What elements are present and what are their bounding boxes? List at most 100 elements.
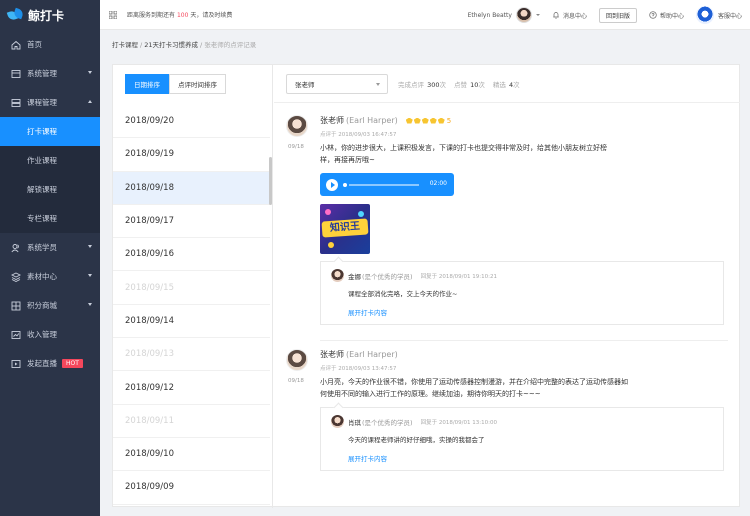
sidebar-item-material[interactable]: 素材中心 xyxy=(0,262,100,291)
messages-link[interactable]: 消息中心 xyxy=(552,11,587,20)
expiry-notice: 距离服务到期还有 100 天，请及时续费 xyxy=(127,10,232,19)
reply-text: 课程全部消化完咯，交上今天的作业~ xyxy=(348,290,458,298)
date-row: 2018/09/13 xyxy=(113,338,270,372)
sidebar-subitem-unlock-course[interactable]: 解锁课程 xyxy=(0,175,100,204)
reply-header: 金娜 (是个优秀的学员) 回复于 2018/09/01 19:10:21 xyxy=(331,269,713,282)
service-label[interactable]: 客服中心 xyxy=(718,11,742,20)
audio-duration: 02:00 xyxy=(429,180,447,187)
reviewer-name-row: 张老师 (Earl Harper) 5 xyxy=(320,115,724,126)
chevron-down-icon xyxy=(88,303,92,306)
play-icon[interactable] xyxy=(326,178,338,191)
breadcrumb-level1[interactable]: 打卡课程 xyxy=(112,41,138,49)
expand-checkin-link[interactable]: 展开打卡内容 xyxy=(331,453,713,463)
chevron-up-icon xyxy=(88,100,92,103)
date-row[interactable]: 2018/09/17 xyxy=(113,205,270,239)
sidebar-item-label: 解锁课程 xyxy=(27,185,57,194)
sort-tabs: 日期排序 点评时间排序 xyxy=(125,74,226,94)
customer-service-avatar[interactable] xyxy=(695,6,714,24)
teacher-select[interactable]: 张老师 xyxy=(286,74,388,94)
audio-player[interactable]: 02:00 xyxy=(320,173,454,196)
reviewer-english-name: (Earl Harper) xyxy=(346,116,398,125)
chevron-down-icon xyxy=(88,274,92,277)
help-label: 帮助中心 xyxy=(659,12,684,20)
date-list: 2018/09/20 2018/09/19 2018/09/18 2018/09/17… xyxy=(113,105,270,505)
course-icon xyxy=(11,98,21,108)
student-name: 肖琪 xyxy=(348,418,361,427)
home-icon xyxy=(11,40,21,50)
reply-time: 回复于 2018/09/01 19:10:21 xyxy=(420,273,497,280)
sidebar-item-live[interactable]: 发起直播 HOT xyxy=(0,349,100,378)
decoration xyxy=(358,211,364,217)
date-list-scrollbar[interactable] xyxy=(269,157,272,205)
star-icon xyxy=(405,117,413,124)
sidebar-item-label: 作业课程 xyxy=(27,156,57,165)
chevron-down-icon[interactable] xyxy=(535,14,540,16)
live-icon xyxy=(11,359,21,369)
reviewer-name: 张老师 xyxy=(320,116,344,125)
breadcrumb: 打卡课程/21天打卡习惯养成 / 张老师的点评记录 xyxy=(112,39,256,49)
user-avatar[interactable] xyxy=(515,7,532,23)
date-pane: 日期排序 点评时间排序 2018/09/20 2018/09/19 2018/09/… xyxy=(113,65,273,508)
review-body: 张老师 (Earl Harper) 点评于 2018/09/03 13:47:5… xyxy=(320,349,724,471)
system-icon xyxy=(11,69,21,79)
divider xyxy=(320,340,728,341)
date-row[interactable]: 2018/09/10 xyxy=(113,438,270,472)
sidebar-item-label: 收入管理 xyxy=(27,330,57,339)
star-icon xyxy=(421,117,429,124)
star-icon xyxy=(413,117,421,124)
chevron-down-icon xyxy=(376,83,380,86)
date-row[interactable]: 2018/09/19 xyxy=(113,138,270,172)
grid-menu-icon[interactable] xyxy=(109,10,117,19)
help-icon xyxy=(649,11,657,19)
breadcrumb-current: 张老师的点评记录 xyxy=(204,41,257,49)
breadcrumb-separator: / xyxy=(140,41,143,49)
sidebar-item-label: 专栏课程 xyxy=(27,214,57,223)
star-icon xyxy=(437,117,445,124)
date-row[interactable]: 2018/09/09 xyxy=(113,471,270,505)
sidebar-item-shop[interactable]: 积分商城 xyxy=(0,291,100,320)
date-row[interactable]: 2018/09/18 xyxy=(113,171,270,205)
sidebar-item-income[interactable]: 收入管理 xyxy=(0,320,100,349)
sidebar-item-system[interactable]: 系统管理 xyxy=(0,59,100,88)
student-role: (是个优秀的学员) xyxy=(362,418,413,427)
review-text: 小月亮，今天的作业很不错，你使用了运动传感器控制漫游，并在介绍中完整的表达了运动… xyxy=(320,378,628,398)
teacher-avatar xyxy=(286,349,308,371)
chevron-down-icon xyxy=(88,245,92,248)
sidebar-item-label: 积分商城 xyxy=(27,301,57,310)
hot-badge: HOT xyxy=(62,359,83,368)
review-text: 小林，你的进步很大，上课积极发言，下课的打卡也提交得非常及时，给其他小朋友树立好… xyxy=(320,144,607,164)
sidebar-item-label: 首页 xyxy=(27,40,42,49)
expand-checkin-link[interactable]: 展开打卡内容 xyxy=(331,307,713,317)
material-icon xyxy=(11,271,21,282)
sort-by-review-time-tab[interactable]: 点评时间排序 xyxy=(169,74,226,94)
back-to-old-button[interactable]: 回到旧版 xyxy=(598,7,637,23)
sidebar-subitem-column-course[interactable]: 专栏课程 xyxy=(0,204,100,233)
breadcrumb-level2[interactable]: 21天打卡习惯养成 xyxy=(144,41,198,49)
date-row[interactable]: 2018/09/12 xyxy=(113,371,270,405)
sidebar-item-home[interactable]: 首页 xyxy=(0,30,100,59)
sidebar-subitem-checkin-course[interactable]: 打卡课程 xyxy=(0,117,100,146)
sidebar-subitem-homework-course[interactable]: 作业课程 xyxy=(0,146,100,175)
date-row[interactable]: 2018/09/20 xyxy=(113,105,270,139)
sidebar-item-course[interactable]: 课程管理 xyxy=(0,88,100,117)
date-row[interactable]: 2018/09/16 xyxy=(113,238,270,272)
student-avatar xyxy=(331,269,344,282)
sort-by-date-tab[interactable]: 日期排序 xyxy=(125,74,169,94)
student-reply: 金娜 (是个优秀的学员) 回复于 2018/09/01 19:10:21 课程全… xyxy=(320,261,724,325)
audio-progress-handle[interactable] xyxy=(343,183,347,187)
sidebar-item-label: 打卡课程 xyxy=(27,127,57,136)
app-logo[interactable]: 鲸打卡 xyxy=(0,0,100,30)
notice-days: 100 xyxy=(176,12,189,19)
reply-header: 肖琪 (是个优秀的学员) 回复于 2018/09/01 13:10:00 xyxy=(331,415,713,428)
sidebar-item-label: 课程管理 xyxy=(27,98,57,107)
help-link[interactable]: 帮助中心 xyxy=(649,11,684,20)
user-name[interactable]: Ethelyn Beatty xyxy=(468,12,512,19)
reviewer-english-name: (Earl Harper) xyxy=(346,350,398,359)
attached-image[interactable]: 知识王 xyxy=(320,204,370,254)
sidebar-item-label: 发起直播 xyxy=(27,359,57,368)
review-meta: 点评于 2018/09/03 13:47:57 xyxy=(320,366,397,372)
audio-progress-track[interactable] xyxy=(349,184,419,186)
reviewer-name: 张老师 xyxy=(320,350,344,359)
sidebar-item-students[interactable]: 系统学员 xyxy=(0,233,100,262)
date-row[interactable]: 2018/09/14 xyxy=(113,305,270,339)
